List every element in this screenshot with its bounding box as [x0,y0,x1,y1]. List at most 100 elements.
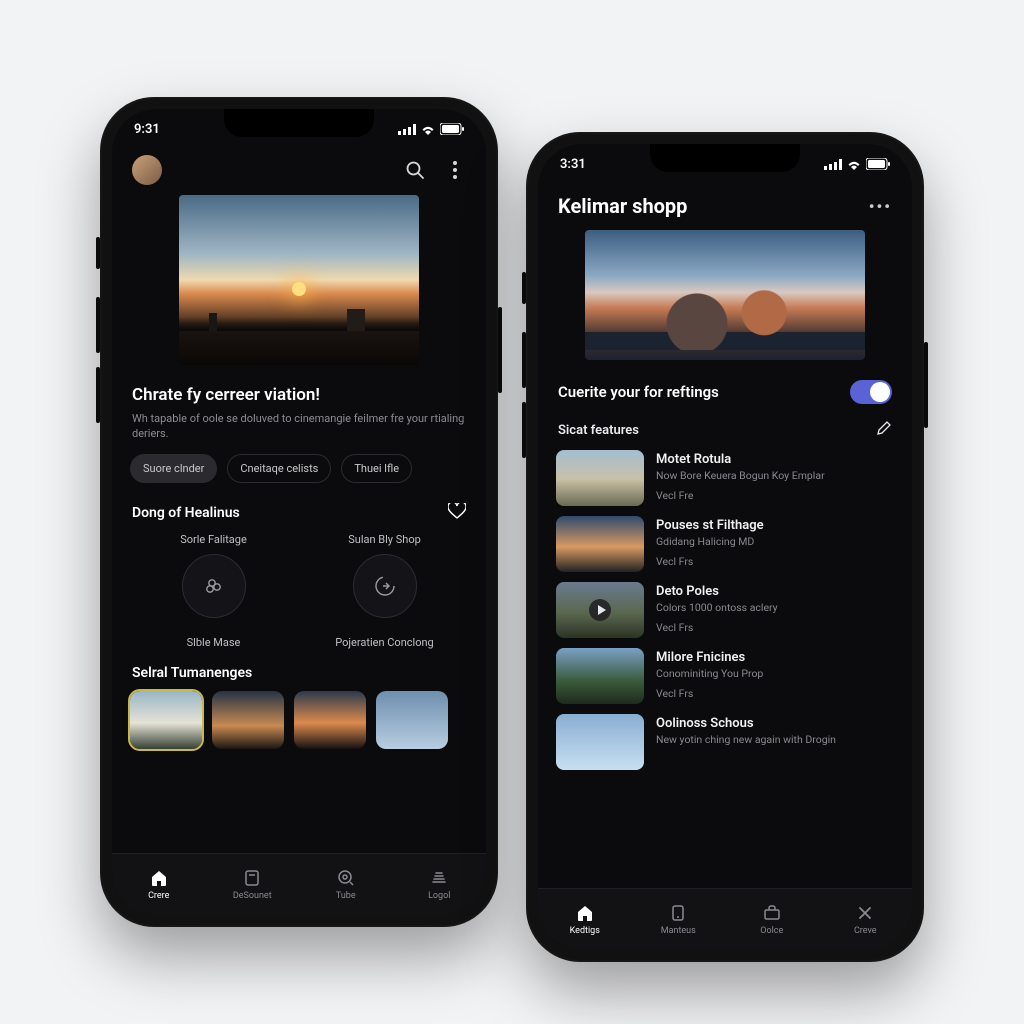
feature-list: Motet Rotula Now Bore Keuera Bogun Koy E… [556,450,894,770]
list-title: Milore Fnicines [656,650,763,665]
heart-icon[interactable] [448,503,466,523]
tab-bar: Crere DeSounet Tube Logol [112,853,486,915]
home-icon [149,868,169,888]
search-icon[interactable] [404,159,426,181]
avatar[interactable] [132,155,162,185]
thumbnail[interactable] [212,691,284,749]
tab-item[interactable]: DeSounet [206,854,300,915]
notch [650,144,800,172]
hw-button [522,332,526,388]
tab-item[interactable]: Tube [299,854,393,915]
settings-row: Cuerite your for reftings [556,374,894,418]
status-icons [824,158,890,170]
list-thumbnail [556,714,644,770]
status-time: 3:31 [560,157,586,172]
tab-bar: Kedtigs Manteus Oolce Creve [538,888,912,950]
list-item[interactable]: Motet Rotula Now Bore Keuera Bogun Koy E… [556,450,894,506]
cellular-icon [824,159,842,170]
section-title: Sicat features [558,423,639,438]
tab-label: Creve [854,926,877,936]
grid-item[interactable]: Slble Mase [138,636,289,649]
cellular-icon [398,124,416,135]
more-horizontal-icon[interactable]: ••• [869,197,892,216]
tab-label: Crere [148,891,169,901]
notch [224,109,374,137]
section-header: Sicat features [558,420,892,440]
grid-label: Sorle Falitage [180,533,247,546]
grid-label: Slble Mase [187,636,241,649]
list-subtitle: Now Bore Keuera Bogun Koy Emplar [656,469,825,483]
list-meta: Vecl Frs [656,621,778,634]
grid-item[interactable]: Sulan Bly Shop [309,533,460,618]
hw-button [522,272,526,304]
list-thumbnail [556,516,644,572]
hw-button [96,297,100,353]
screen: 9:31 C [112,109,486,915]
title-bar: Kelimar shopp ••• [556,184,894,230]
grid-label: Pojeratien Conclong [335,636,433,649]
list-title: Motet Rotula [656,452,825,467]
status-icons [398,123,464,135]
list-subtitle: Colors 1000 ontoss aclery [656,601,778,615]
list-item[interactable]: Oolinoss Schous New yotin ching new agai… [556,714,894,770]
list-meta: Vecl Frs [656,687,763,700]
tab-item[interactable]: Manteus [632,889,726,950]
list-meta: Vecl Frs [656,555,764,568]
tab-label: Oolce [760,926,783,936]
grid-item[interactable]: Pojeratien Conclong [309,636,460,649]
tab-label: Kedtigs [570,926,600,936]
tab-label: Logol [428,891,450,901]
feature-grid: Sorle Falitage Sulan Bly Shop Slble Mase… [130,533,468,655]
thumbnail-strip[interactable] [130,691,468,749]
filter-chip[interactable]: Suore clnder [130,454,217,483]
hero-image[interactable] [585,230,865,360]
tab-item[interactable]: Oolce [725,889,819,950]
device-icon [668,903,688,923]
hw-button [924,342,928,428]
hw-button [522,402,526,458]
more-vertical-icon[interactable] [444,159,466,181]
section-header: Dong of Healinus [132,503,466,523]
filter-chip[interactable]: Cneitaqe celists [227,454,331,483]
list-item[interactable]: Deto Poles Colors 1000 ontoss aclery Vec… [556,582,894,638]
list-title: Deto Poles [656,584,778,599]
tab-home[interactable]: Crere [112,854,206,915]
page-title: Kelimar shopp [558,194,687,218]
toggle-switch[interactable] [850,380,892,404]
list-thumbnail-video [556,582,644,638]
hero-subtitle: Wh tapable of oole se doluved to cineman… [132,411,466,442]
grid-item[interactable]: Sorle Falitage [138,533,289,618]
wifi-icon [420,124,436,135]
grid-circle-icon [182,554,246,618]
phone-right: 3:31 Kelimar shopp ••• Cuerite your for … [526,132,924,962]
grid-circle-icon [353,554,417,618]
chip-row: Suore clnder Cneitaqe celists Thuei lfle [130,454,468,483]
tab-item[interactable]: Creve [819,889,913,950]
screen: 3:31 Kelimar shopp ••• Cuerite your for … [538,144,912,950]
thumbnail[interactable] [376,691,448,749]
filter-chip[interactable]: Thuei lfle [341,454,412,483]
card-icon [242,868,262,888]
thumbnail[interactable] [130,691,202,749]
tab-item[interactable]: Logol [393,854,487,915]
hw-button [498,307,502,393]
thumbnail[interactable] [294,691,366,749]
hw-button [96,237,100,269]
list-thumbnail [556,648,644,704]
list-title: Pouses st Filthage [656,518,764,533]
grid-label: Sulan Bly Shop [348,533,421,546]
section-title: Selral Tumanenges [132,665,466,681]
settings-label: Cuerite your for reftings [558,383,719,401]
list-subtitle: New yotin ching new again with Drogin [656,733,836,747]
list-title: Oolinoss Schous [656,716,836,731]
tab-label: Tube [336,891,356,901]
tab-home[interactable]: Kedtigs [538,889,632,950]
list-item[interactable]: Milore Fnicines Conominiting You Prop Ve… [556,648,894,704]
list-thumbnail [556,450,644,506]
list-subtitle: Gdidang Halicing MD [656,535,764,549]
hero-title: Chrate fy cerreer viation! [132,385,466,405]
hero-image[interactable] [179,195,419,365]
list-meta: Vecl Fre [656,489,825,502]
edit-icon[interactable] [876,420,892,440]
list-item[interactable]: Pouses st Filthage Gdidang Halicing MD V… [556,516,894,572]
